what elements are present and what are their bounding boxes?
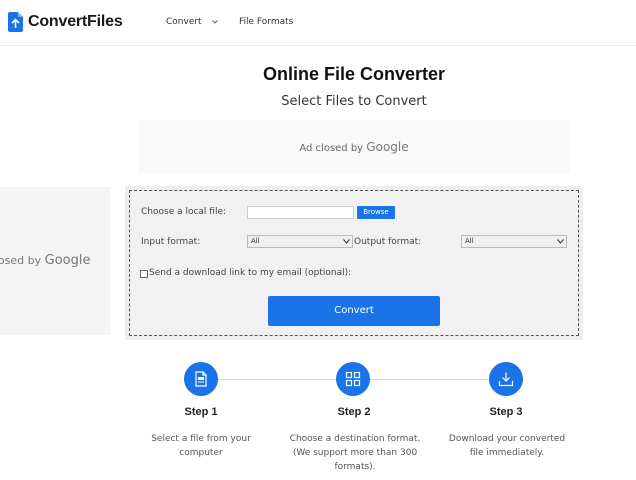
step-2-desc: Choose a destination format. (We support… [289,434,421,472]
ad-left-label: Ad closed by [0,254,42,267]
browse-button[interactable]: Browse [357,206,395,219]
logo-text: ConvertFiles [28,13,123,30]
input-format-value: All [251,237,260,245]
local-file-label: Choose a local file: [141,207,227,217]
page-title: Online File Converter [262,64,446,84]
input-format-select[interactable]: All [247,235,353,248]
output-format-label: Output format: [354,237,422,247]
ad-top-brand: Google [366,140,409,154]
file-icon [195,371,207,387]
nav-convert-label: Convert [166,17,202,27]
grid-icon [345,371,361,387]
step-2-title: Step 2 [337,406,371,418]
ad-top-label: Ad closed by [299,143,364,154]
ad-left-text: Ad closed by Google [0,253,90,268]
convert-button[interactable]: Convert [268,296,440,326]
nav-convert[interactable]: Convert [166,17,218,27]
download-icon [498,372,514,387]
step-3-desc: Download your converted file immediately… [448,434,566,458]
site-header: ConvertFiles Convert File Formats [0,0,636,46]
local-file-input[interactable] [247,206,354,219]
logo[interactable]: ConvertFiles [8,12,123,32]
ad-banner-top: Ad closed by Google [138,120,570,173]
nav-file-formats[interactable]: File Formats [239,17,293,27]
step-1-desc: Select a file from your computer [151,434,251,458]
logo-icon [8,12,23,32]
nav-file-formats-label: File Formats [239,17,294,27]
email-checkbox[interactable] [140,270,148,278]
chevron-down-icon [211,20,218,24]
step-1-title: Step 1 [184,406,218,418]
email-checkbox-label: Send a download link to my email (option… [149,268,352,278]
step-3-title: Step 3 [489,406,523,418]
step-1-circle [184,362,218,396]
ad-banner-left: Ad closed by Google [0,187,110,335]
ad-left-brand: Google [44,253,91,268]
input-format-label: Input format: [141,237,201,247]
output-format-select[interactable]: All [461,235,567,248]
chevron-down-icon [557,239,564,244]
step-3-circle [489,362,523,396]
ad-top-text: Ad closed by Google [138,140,570,154]
output-format-value: All [465,237,474,245]
chevron-down-icon [343,239,350,244]
page-subtitle: Select Files to Convert [281,94,427,109]
step-2-circle [336,362,370,396]
